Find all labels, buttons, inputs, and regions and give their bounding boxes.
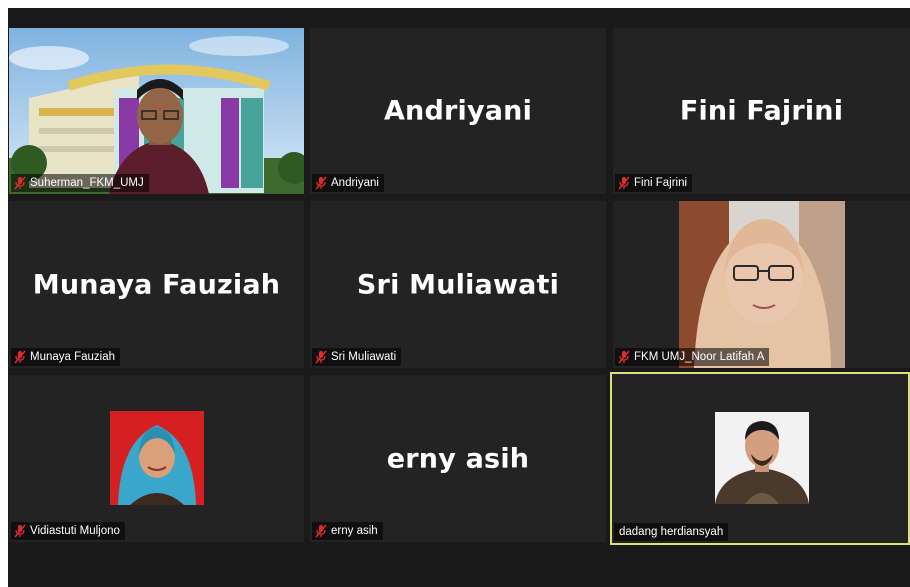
mic-muted-icon xyxy=(315,350,327,364)
participant-video xyxy=(715,412,809,504)
participant-video xyxy=(110,411,204,505)
mic-muted-icon xyxy=(618,176,630,190)
participant-video xyxy=(679,201,845,368)
mic-muted-icon xyxy=(14,524,26,538)
participant-tile-munaya[interactable]: Munaya Fauziah Munaya Fauziah xyxy=(9,201,304,368)
participant-name-label: Andriyani xyxy=(312,174,384,192)
participant-name-label: Munaya Fauziah xyxy=(11,348,121,366)
participant-tile-andriyani[interactable]: Andriyani Andriyani xyxy=(310,28,606,194)
mic-muted-icon xyxy=(618,350,630,364)
participant-tile-suherman[interactable]: Suherman_FKM_UMJ xyxy=(9,28,304,194)
participant-big-name: erny asih xyxy=(386,443,530,474)
participant-name-label: erny asih xyxy=(312,522,383,540)
participant-big-name: Andriyani xyxy=(383,95,533,127)
participant-name-label: Suherman_FKM_UMJ xyxy=(11,174,149,192)
participant-tile-sri[interactable]: Sri Muliawati Sri Muliawati xyxy=(310,201,606,368)
participant-name-label: Fini Fajrini xyxy=(615,174,693,192)
mic-muted-icon xyxy=(315,524,327,538)
participant-tile-noor[interactable]: FKM UMJ_Noor Latifah A xyxy=(613,201,910,368)
participant-name-label: Sri Muliawati xyxy=(312,348,402,366)
participant-big-name: Fini Fajrini xyxy=(679,95,844,127)
mic-muted-icon xyxy=(14,176,26,190)
participant-tile-erny[interactable]: erny asih erny asih xyxy=(310,375,606,542)
participant-video xyxy=(9,28,304,194)
video-gallery: Suherman_FKM_UMJ Andriyani Andriyani Fin… xyxy=(8,8,910,587)
participant-big-name: Munaya Fauziah xyxy=(32,269,281,300)
participant-tile-dadang-active-speaker[interactable]: dadang herdiansyah xyxy=(610,372,910,545)
participant-name-label: dadang herdiansyah xyxy=(614,523,729,541)
participant-tile-vidiastuti[interactable]: Vidiastuti Muljono xyxy=(9,375,304,542)
participant-tile-fini[interactable]: Fini Fajrini Fini Fajrini xyxy=(613,28,910,194)
participant-name-label: Vidiastuti Muljono xyxy=(11,522,125,540)
participant-big-name: Sri Muliawati xyxy=(356,269,560,300)
mic-muted-icon xyxy=(14,350,26,364)
mic-muted-icon xyxy=(315,176,327,190)
participant-name-label: FKM UMJ_Noor Latifah A xyxy=(615,348,770,366)
